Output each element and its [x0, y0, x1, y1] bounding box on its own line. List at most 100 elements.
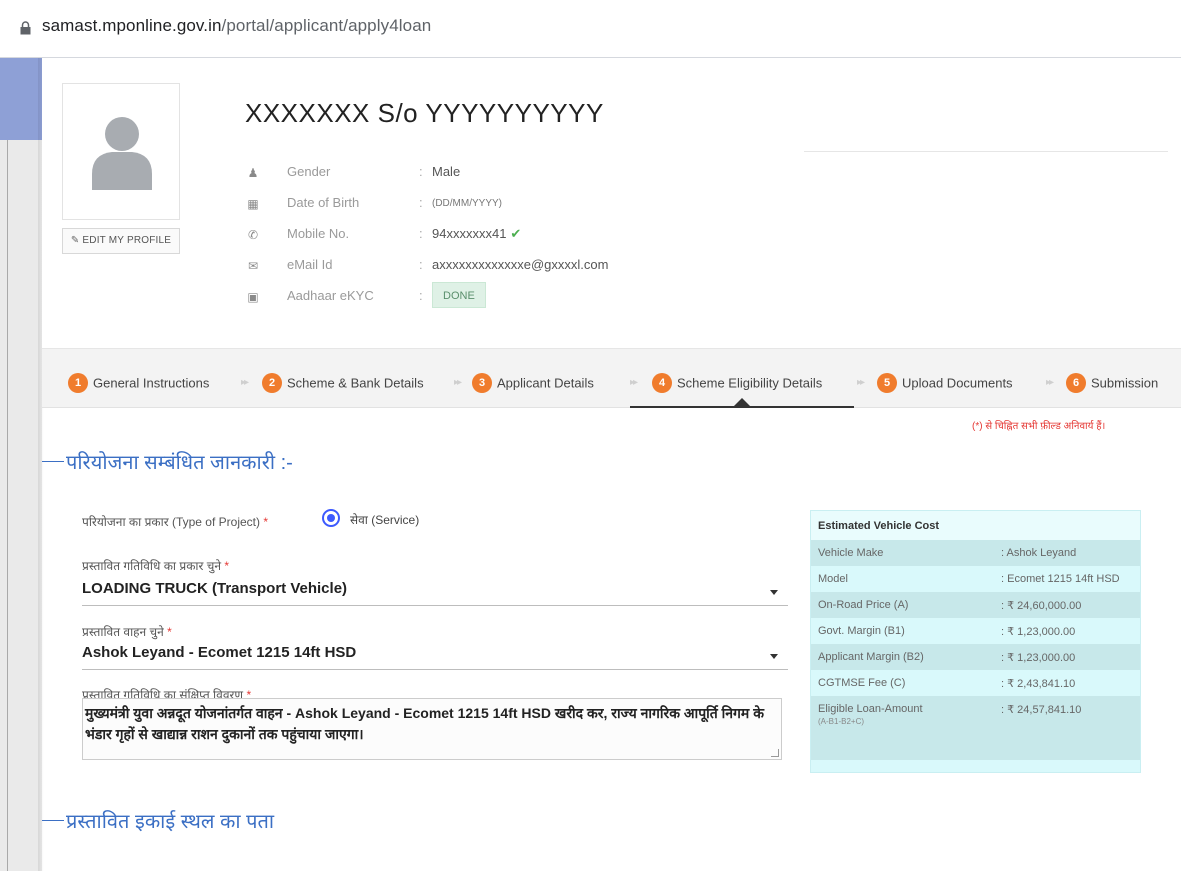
separator: : — [419, 257, 423, 272]
aadhaar-label: Aadhaar eKYC — [287, 288, 374, 303]
email-row: ✉ eMail Id : axxxxxxxxxxxxxe@gxxxxl.com — [242, 255, 842, 286]
divider — [804, 151, 1168, 152]
step-label: Applicant Details — [497, 375, 594, 391]
chevron-down-icon — [770, 654, 778, 659]
step-label: Scheme Eligibility Details — [677, 375, 823, 391]
activity-label: प्रस्तावित गतिविधि का प्रकार चुने * — [82, 557, 229, 574]
label-text: परियोजना का प्रकार (Type of Project) — [82, 515, 260, 529]
step-label: Upload Documents — [902, 375, 1013, 391]
separator: : — [419, 195, 423, 210]
separator: : — [419, 226, 423, 241]
gender-row: ♟ Gender : Male — [242, 162, 842, 193]
required-fields-note: (*) से चिह्नित सभी फ़ील्ड अनिवार्य हैं। — [972, 421, 1106, 432]
cost-row: Eligible Loan-Amount (A-B1-B2+C): ₹ 24,57… — [811, 696, 1140, 760]
step-upload-documents[interactable]: 5 Upload Documents — [877, 373, 1013, 393]
description-textarea[interactable]: मुख्यमंत्री युवा अन्नदूत योजनांतर्गत वाह… — [82, 698, 782, 760]
gender-value: Male — [432, 164, 461, 179]
cost-row: Applicant Margin (B2): ₹ 1,23,000.00 — [811, 644, 1140, 670]
mail-icon: ✉ — [247, 259, 259, 273]
project-type-service-radio[interactable] — [322, 509, 340, 527]
step-label: Submission — [1091, 375, 1159, 391]
step-number: 3 — [472, 373, 492, 393]
label-text: प्रस्तावित वाहन चुने — [82, 625, 164, 639]
chevron-right-icon: ▸▸ — [241, 377, 249, 388]
section-title-text: प्रस्तावित इकाई स्थल का पता — [66, 811, 275, 833]
chevron-right-icon: ▸▸ — [630, 377, 638, 388]
cost-label: On-Road Price (A) — [818, 599, 909, 611]
user-silhouette-icon — [92, 117, 152, 190]
cost-row: Govt. Margin (B1) : ₹ 1,23,000.00 — [811, 618, 1140, 644]
cost-row: CGTMSE Fee (C): ₹ 2,43,841.10 — [811, 670, 1140, 696]
avatar — [62, 83, 180, 220]
cost-value: : ₹ 24,60,000.00 — [1001, 600, 1082, 612]
required-mark: * — [167, 625, 172, 639]
cost-value: : ₹ 2,43,841.10 — [1001, 678, 1076, 690]
dob-value: (DD/MM/YYYY) — [432, 198, 502, 209]
cost-value: : ₹ 1,23,000.00 — [1001, 626, 1076, 638]
phone-icon: ✆ — [247, 228, 259, 242]
required-mark: * — [263, 515, 269, 529]
cost-row: Vehicle Make: Ashok Leyand — [811, 540, 1140, 566]
wizard-steps: 1 General Instructions ▸▸ 2 Scheme & Bank … — [42, 348, 1181, 408]
label-text: प्रस्तावित गतिविधि का प्रकार चुने — [82, 559, 222, 573]
cost-label: Model — [818, 573, 848, 585]
step-general-instructions[interactable]: 1 General Instructions — [68, 373, 209, 393]
url-text[interactable]: samast.mponline.gov.in/portal/applicant/… — [42, 16, 431, 36]
dob-label: Date of Birth — [287, 195, 360, 210]
cost-label-text: Eligible Loan-Amount — [818, 703, 923, 715]
profile-info: ♟ Gender : Male ▦ Date of Birth : (DD/MM… — [242, 162, 842, 317]
step-applicant-details[interactable]: 3 Applicant Details — [472, 373, 594, 393]
separator: : — [419, 288, 423, 303]
address-bar[interactable]: samast.mponline.gov.in/portal/applicant/… — [0, 0, 1181, 58]
active-step-indicator — [630, 406, 854, 408]
section-title-text: परियोजना सम्बंधित जानकारी :- — [66, 452, 293, 474]
email-label: eMail Id — [287, 257, 333, 272]
id-card-icon: ▣ — [247, 290, 259, 304]
chevron-right-icon: ▸▸ — [857, 377, 865, 388]
edit-profile-button[interactable]: ✎ EDIT MY PROFILE — [62, 228, 180, 254]
vehicle-select[interactable]: Ashok Leyand - Ecomet 1215 14ft HSD — [82, 642, 788, 670]
mobile-label: Mobile No. — [287, 226, 350, 241]
edit-icon: ✎ — [70, 235, 80, 246]
calendar-icon: ▦ — [247, 197, 259, 211]
step-number: 1 — [68, 373, 88, 393]
status-badge: DONE — [432, 282, 486, 308]
project-type-label: परियोजना का प्रकार (Type of Project) * — [82, 513, 268, 530]
mobile-row: ✆ Mobile No. : 94xxxxxxx41 ✔ — [242, 224, 842, 255]
estimated-vehicle-cost-card: Estimated Vehicle Cost Vehicle Make: Ash… — [810, 510, 1141, 773]
cost-label: Vehicle Make — [818, 547, 884, 559]
email-value: axxxxxxxxxxxxxe@gxxxxl.com — [432, 257, 609, 272]
step-label: General Instructions — [93, 375, 210, 391]
cost-value: : ₹ 1,23,000.00 — [1001, 652, 1076, 664]
left-rail — [0, 58, 42, 871]
chevron-down-icon — [770, 590, 778, 595]
mobile-value: 94xxxxxxx41 ✔ — [432, 226, 521, 242]
section-title-project-info: परियोजना सम्बंधित जानकारी :- — [42, 448, 293, 475]
cost-formula: (A-B1-B2+C) — [818, 717, 865, 726]
cost-row: On-Road Price (A) : ₹ 24,60,000.00 — [811, 592, 1140, 618]
activity-select[interactable]: LOADING TRUCK (Transport Vehicle) — [82, 578, 788, 606]
step-label: Scheme & Bank Details — [287, 375, 424, 391]
resize-handle-icon[interactable] — [771, 749, 779, 757]
section-dash — [42, 820, 64, 822]
cost-row: Model: Ecomet 1215 14ft HSD — [811, 566, 1140, 592]
chevron-right-icon: ▸▸ — [1046, 377, 1054, 388]
step-number: 2 — [262, 373, 282, 393]
step-number: 5 — [877, 373, 897, 393]
activity-selected-value: LOADING TRUCK (Transport Vehicle) — [82, 580, 348, 597]
step-scheme-eligibility[interactable]: 4 Scheme Eligibility Details — [652, 373, 822, 393]
cost-label: Govt. Margin (B1) — [818, 625, 905, 637]
step-scheme-bank[interactable]: 2 Scheme & Bank Details — [262, 373, 424, 393]
required-mark: * — [224, 559, 230, 573]
cost-card-title: Estimated Vehicle Cost — [811, 511, 1140, 540]
chevron-right-icon: ▸▸ — [454, 377, 462, 388]
description-text: मुख्यमंत्री युवा अन्नदूत योजनांतर्गत वाह… — [85, 705, 764, 742]
mobile-number: 94xxxxxxx41 — [432, 226, 507, 241]
verified-check-icon: ✔ — [510, 226, 522, 241]
step-submission[interactable]: 6 Submission — [1066, 373, 1158, 393]
step-number: 4 — [652, 373, 672, 393]
rail-accent — [0, 58, 42, 140]
applicant-name: XXXXXXX S/o YYYYYYYYYY — [245, 98, 604, 128]
profile-header: ✎ EDIT MY PROFILE XXXXXXX S/o YYYYYYYYYY … — [42, 58, 1181, 348]
dob-row: ▦ Date of Birth : (DD/MM/YYYY) — [242, 193, 842, 224]
